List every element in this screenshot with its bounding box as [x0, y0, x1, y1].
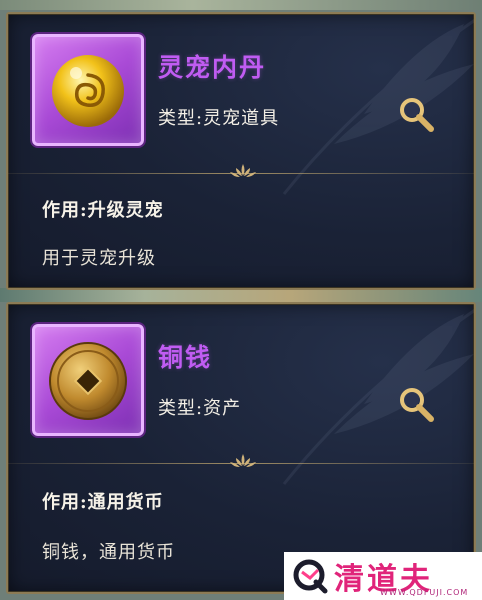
- lotus-ornament-icon: [230, 164, 256, 177]
- golden-orb-icon: [52, 55, 124, 127]
- item-title: 灵宠内丹: [158, 53, 267, 82]
- item-effect: 作用:通用货币: [42, 492, 164, 513]
- item-icon-frame[interactable]: [32, 324, 144, 436]
- item-icon-frame[interactable]: [32, 34, 144, 146]
- item-effect: 作用:升级灵宠: [42, 200, 164, 221]
- section-divider: [8, 164, 474, 180]
- item-description: 铜钱，通用货币: [42, 542, 175, 563]
- item-type: 类型:灵宠道具: [158, 108, 280, 129]
- item-type: 类型:资产: [158, 398, 242, 419]
- lotus-ornament-icon: [230, 454, 256, 467]
- item-card-spirit-pet-core: 灵宠内丹 类型:灵宠道具 作用:升级灵宠 用于灵宠升级: [6, 12, 476, 290]
- watermark-url: WWW.QDFUJI.COM: [380, 588, 469, 597]
- section-divider: [8, 454, 474, 470]
- copper-coin-icon: [49, 342, 127, 420]
- item-card-copper-coin: 铜钱 类型:资产 作用:通用货币 铜钱，通用货币: [6, 302, 476, 594]
- q-logo-icon: [293, 559, 328, 594]
- item-title: 铜钱: [158, 343, 213, 372]
- magnifier-icon[interactable]: [398, 386, 436, 424]
- background-strip-top: [0, 0, 482, 10]
- watermark: 清道夫 WWW.QDFUJI.COM: [284, 552, 482, 600]
- item-description: 用于灵宠升级: [42, 248, 156, 269]
- background-strip-middle: [0, 288, 482, 302]
- magnifier-icon[interactable]: [398, 96, 436, 134]
